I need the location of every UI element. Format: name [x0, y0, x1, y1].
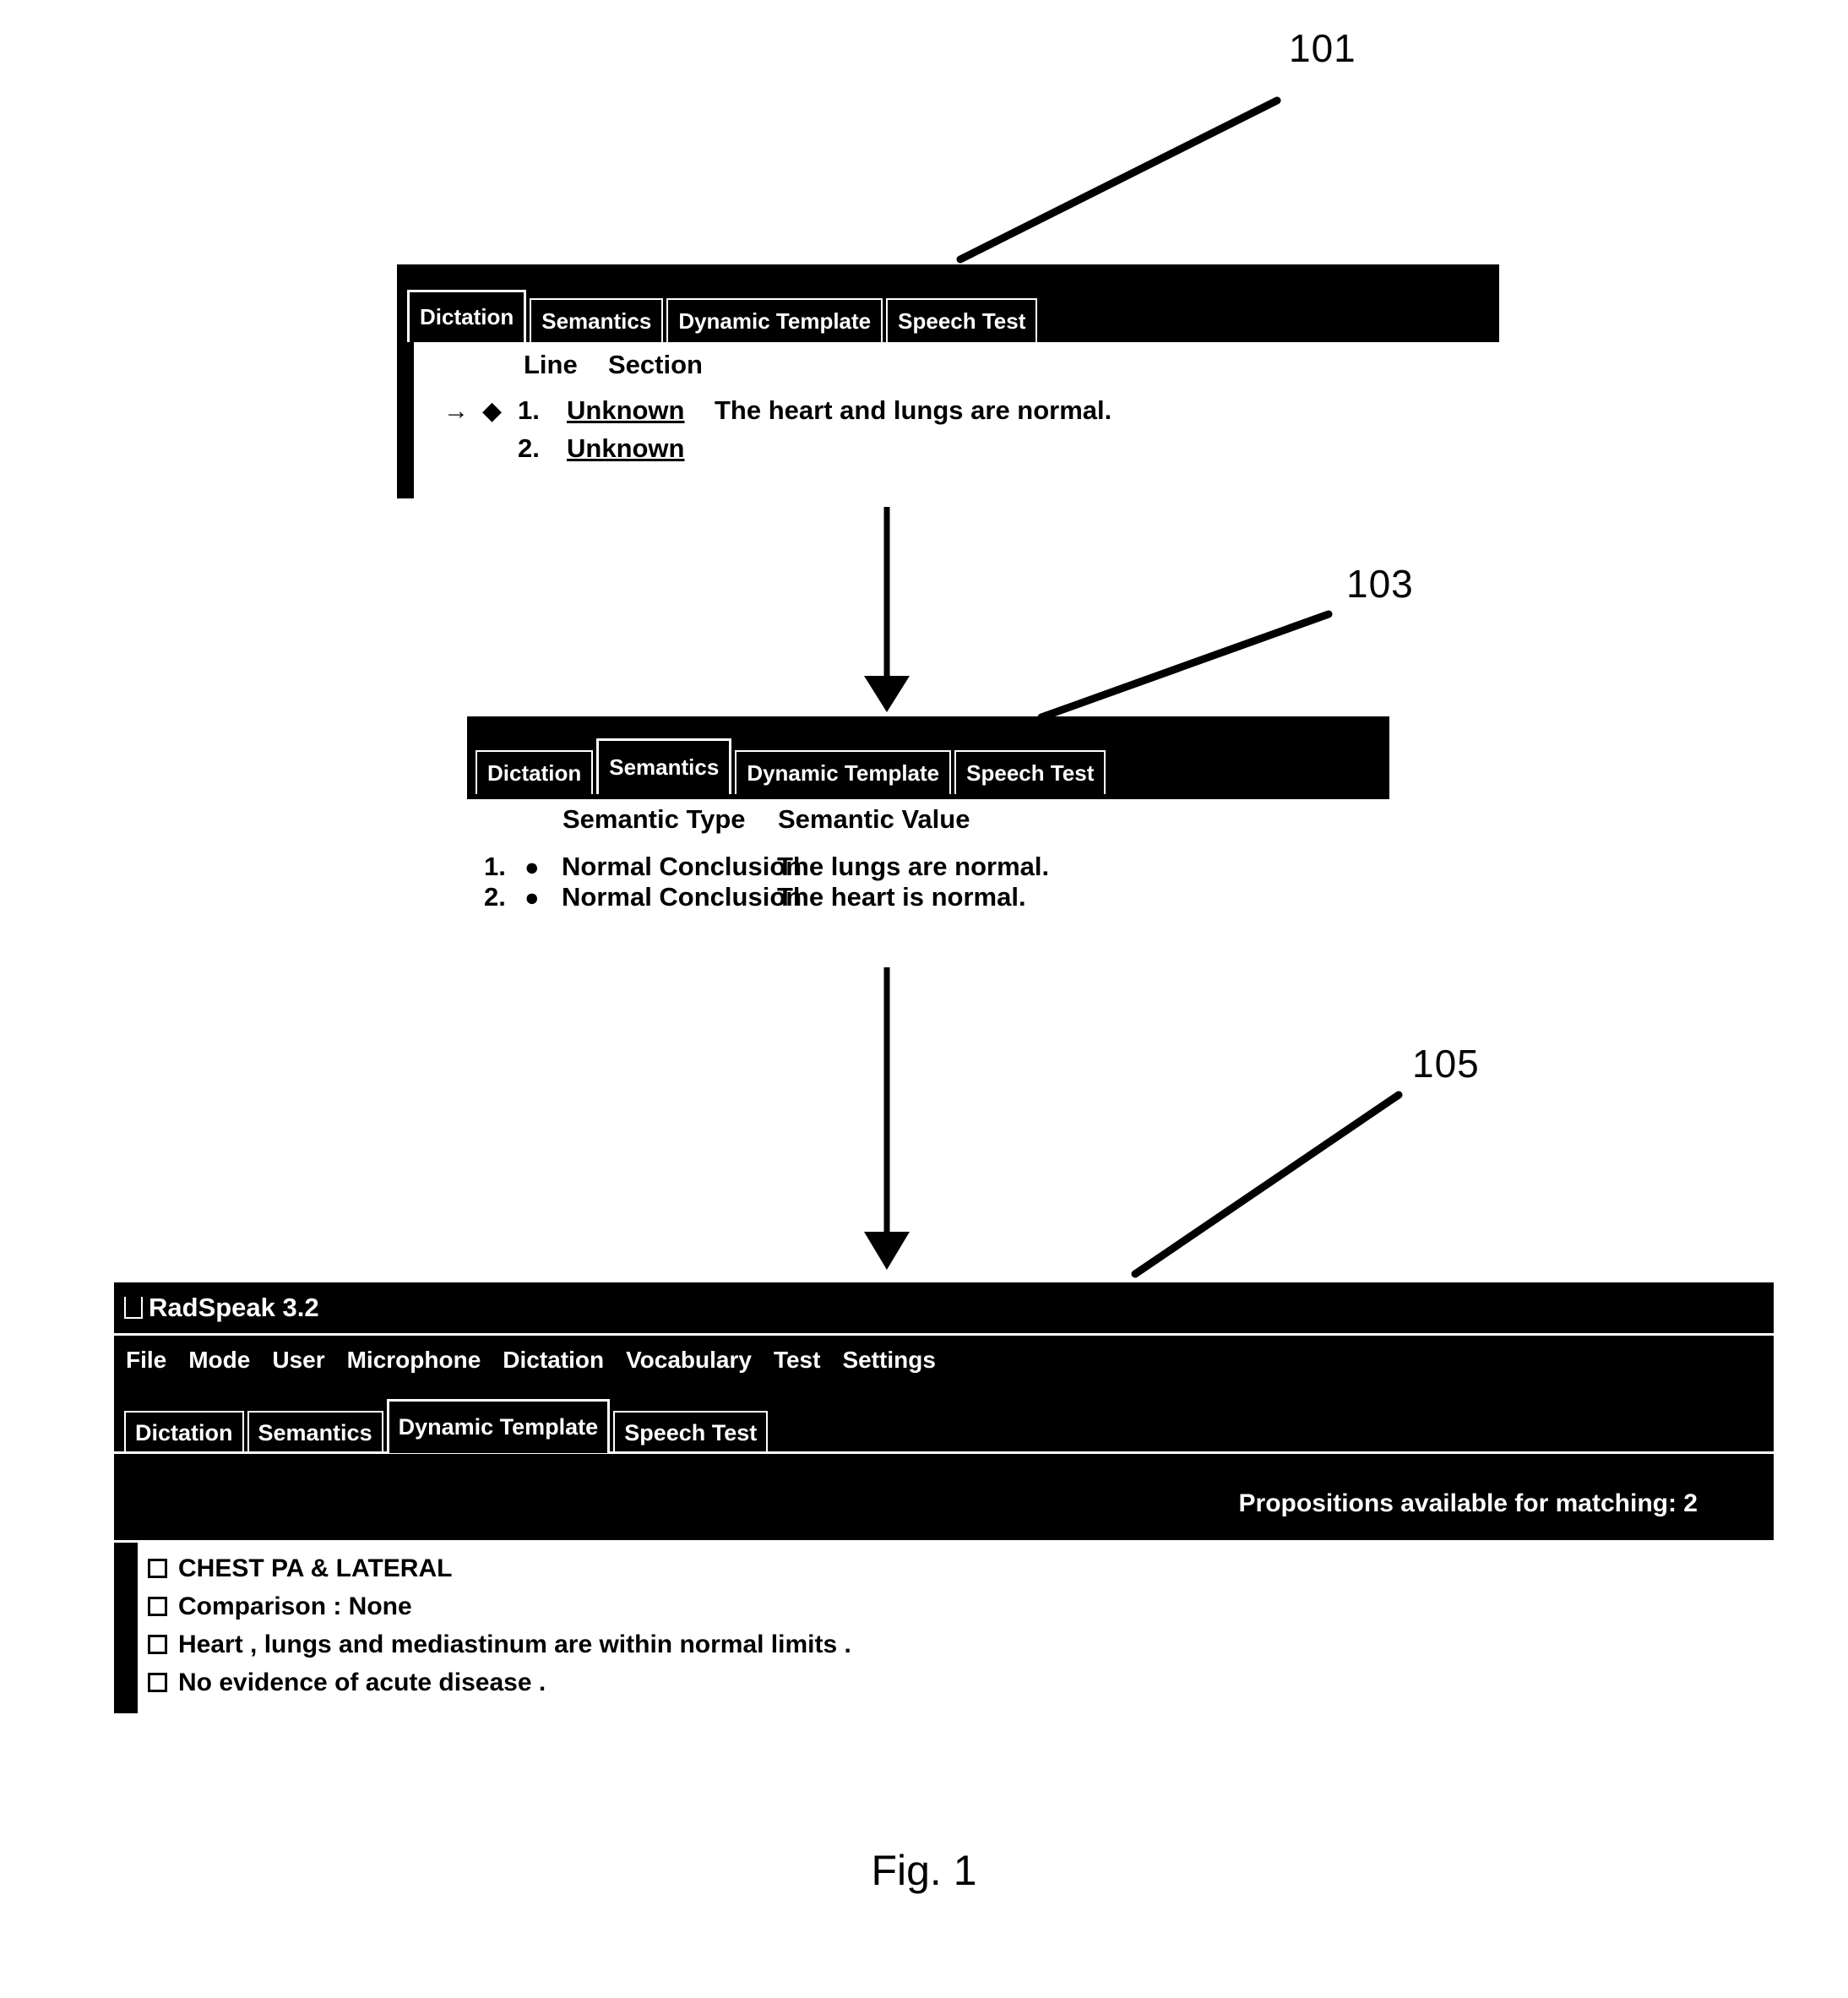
tab-dynamic-template[interactable]: Dynamic Template: [735, 750, 952, 794]
semantic-type-value: Normal Conclusion: [562, 882, 802, 912]
semantic-type-value: Normal Conclusion: [562, 852, 802, 881]
list-item[interactable]: Comparison : None: [138, 1587, 1774, 1625]
radspeak-application-window: RadSpeak 3.2 File Mode User Microphone D…: [114, 1282, 1774, 1713]
reference-numeral-103: 103: [1346, 562, 1414, 606]
window-title: RadSpeak 3.2: [149, 1293, 319, 1322]
tab-speech-test[interactable]: Speech Test: [886, 298, 1038, 342]
dictation-utterance-text: The heart and lungs are normal.: [715, 395, 1112, 425]
row-bullet-icon: ●: [525, 885, 540, 912]
tab-semantics[interactable]: Semantics: [247, 1411, 383, 1453]
column-header-semantic-type: Semantic Type: [563, 804, 746, 834]
tab-dynamic-template[interactable]: Dynamic Template: [666, 298, 883, 342]
leader-line-105: [1131, 1091, 1403, 1278]
dictation-section-link[interactable]: Unknown: [567, 395, 715, 426]
tab-speech-test[interactable]: Speech Test: [954, 750, 1106, 794]
semantics-row-index: 2.: [484, 882, 506, 912]
proposition-list-left-edge: [114, 1543, 138, 1713]
tab-dictation[interactable]: Dictation: [407, 290, 527, 342]
patent-figure-page: 101 103 105 Dictation Semantics Dynamic …: [0, 0, 1848, 1998]
list-item[interactable]: No evidence of acute disease .: [138, 1663, 1774, 1701]
reference-numeral-101: 101: [1289, 26, 1356, 70]
menu-item-dictation[interactable]: Dictation: [492, 1347, 614, 1374]
reference-numeral-105: 105: [1412, 1042, 1480, 1086]
flow-arrow-103-to-105: [864, 967, 910, 1270]
menu-item-file[interactable]: File: [116, 1347, 177, 1374]
semantics-window-titlebar: Dictation Semantics Dynamic Template Spe…: [467, 716, 1389, 799]
row-bullet-icon: ◆: [482, 397, 503, 425]
list-item[interactable]: Heart , lungs and mediastinum are within…: [138, 1625, 1774, 1663]
semantics-row-index: 1.: [484, 852, 506, 881]
dictation-line-number: 1.: [518, 395, 540, 425]
dictation-window-titlebar: Dictation Semantics Dynamic Template Spe…: [397, 264, 1499, 342]
proposition-text: Comparison : None: [178, 1592, 412, 1620]
menu-item-user[interactable]: User: [262, 1347, 334, 1374]
proposition-text: Heart , lungs and mediastinum are within…: [178, 1630, 851, 1658]
semantics-row[interactable]: 2. ● Normal Conclusion The heart is norm…: [484, 882, 1026, 912]
semantic-value-text: The lungs are normal.: [777, 852, 1050, 881]
column-header-line: Line: [524, 350, 578, 379]
leader-line-101: [956, 96, 1281, 264]
window-titlebar: RadSpeak 3.2: [114, 1282, 1774, 1333]
semantics-panel-body: Semantic Type Semantic Value 1. ● Normal…: [467, 799, 1389, 943]
proposition-text: No evidence of acute disease .: [178, 1668, 546, 1696]
semantic-value-text: The heart is normal.: [777, 882, 1026, 912]
proposition-text: CHEST PA & LATERAL: [178, 1554, 453, 1582]
column-header-semantic-value: Semantic Value: [778, 804, 970, 834]
leader-line-103: [1037, 610, 1333, 721]
menu-item-microphone[interactable]: Microphone: [337, 1347, 492, 1374]
checkbox-icon[interactable]: [148, 1559, 167, 1578]
dictation-row[interactable]: → ◆ 1. Unknown The heart and lungs are n…: [443, 395, 1112, 426]
dictation-line-number: 2.: [518, 433, 540, 463]
checkbox-icon[interactable]: [148, 1597, 167, 1616]
checkbox-icon[interactable]: [148, 1673, 167, 1692]
figure-caption: Fig. 1: [871, 1847, 977, 1894]
radspeak-tabbar: Dictation Semantics Dynamic Template Spe…: [114, 1387, 1774, 1453]
tab-dynamic-template[interactable]: Dynamic Template: [386, 1399, 611, 1453]
menu-item-vocabulary[interactable]: Vocabulary: [616, 1347, 762, 1374]
menu-bar: File Mode User Microphone Dictation Voca…: [114, 1336, 1774, 1385]
list-item[interactable]: CHEST PA & LATERAL: [138, 1549, 1774, 1587]
flow-arrow-101-to-103: [864, 507, 910, 712]
dictation-row[interactable]: 2. Unknown: [443, 433, 715, 464]
semantics-row[interactable]: 1. ● Normal Conclusion The lungs are nor…: [484, 852, 1049, 882]
propositions-available-status: Propositions available for matching: 2: [1238, 1489, 1698, 1517]
menu-item-mode[interactable]: Mode: [178, 1347, 260, 1374]
proposition-list: CHEST PA & LATERAL Comparison : None Hea…: [138, 1543, 1774, 1713]
dictation-panel-body: Line Section → ◆ 1. Unknown The heart an…: [397, 342, 1499, 498]
column-header-section: Section: [608, 350, 703, 379]
tab-semantics[interactable]: Semantics: [530, 298, 664, 342]
row-bullet-icon: ●: [525, 854, 540, 881]
dictation-window-tabstrip: Dictation Semantics Dynamic Template Spe…: [407, 281, 1041, 342]
tab-dictation[interactable]: Dictation: [476, 750, 594, 794]
app-window-icon: [124, 1297, 143, 1319]
checkbox-icon[interactable]: [148, 1635, 167, 1654]
tab-semantics[interactable]: Semantics: [596, 738, 732, 794]
status-area: Propositions available for matching: 2: [114, 1454, 1774, 1540]
menu-item-test[interactable]: Test: [764, 1347, 831, 1374]
radspeak-tabstrip: Dictation Semantics Dynamic Template Spe…: [124, 1387, 771, 1453]
semantics-window-tabstrip: Dictation Semantics Dynamic Template Spe…: [476, 727, 1109, 794]
tab-dictation[interactable]: Dictation: [124, 1411, 244, 1453]
current-line-arrow-icon: →: [443, 397, 469, 425]
dictation-section-link[interactable]: Unknown: [567, 433, 715, 464]
tab-speech-test[interactable]: Speech Test: [613, 1411, 769, 1453]
panel-left-edge: [397, 342, 414, 498]
menu-item-settings[interactable]: Settings: [832, 1347, 945, 1374]
